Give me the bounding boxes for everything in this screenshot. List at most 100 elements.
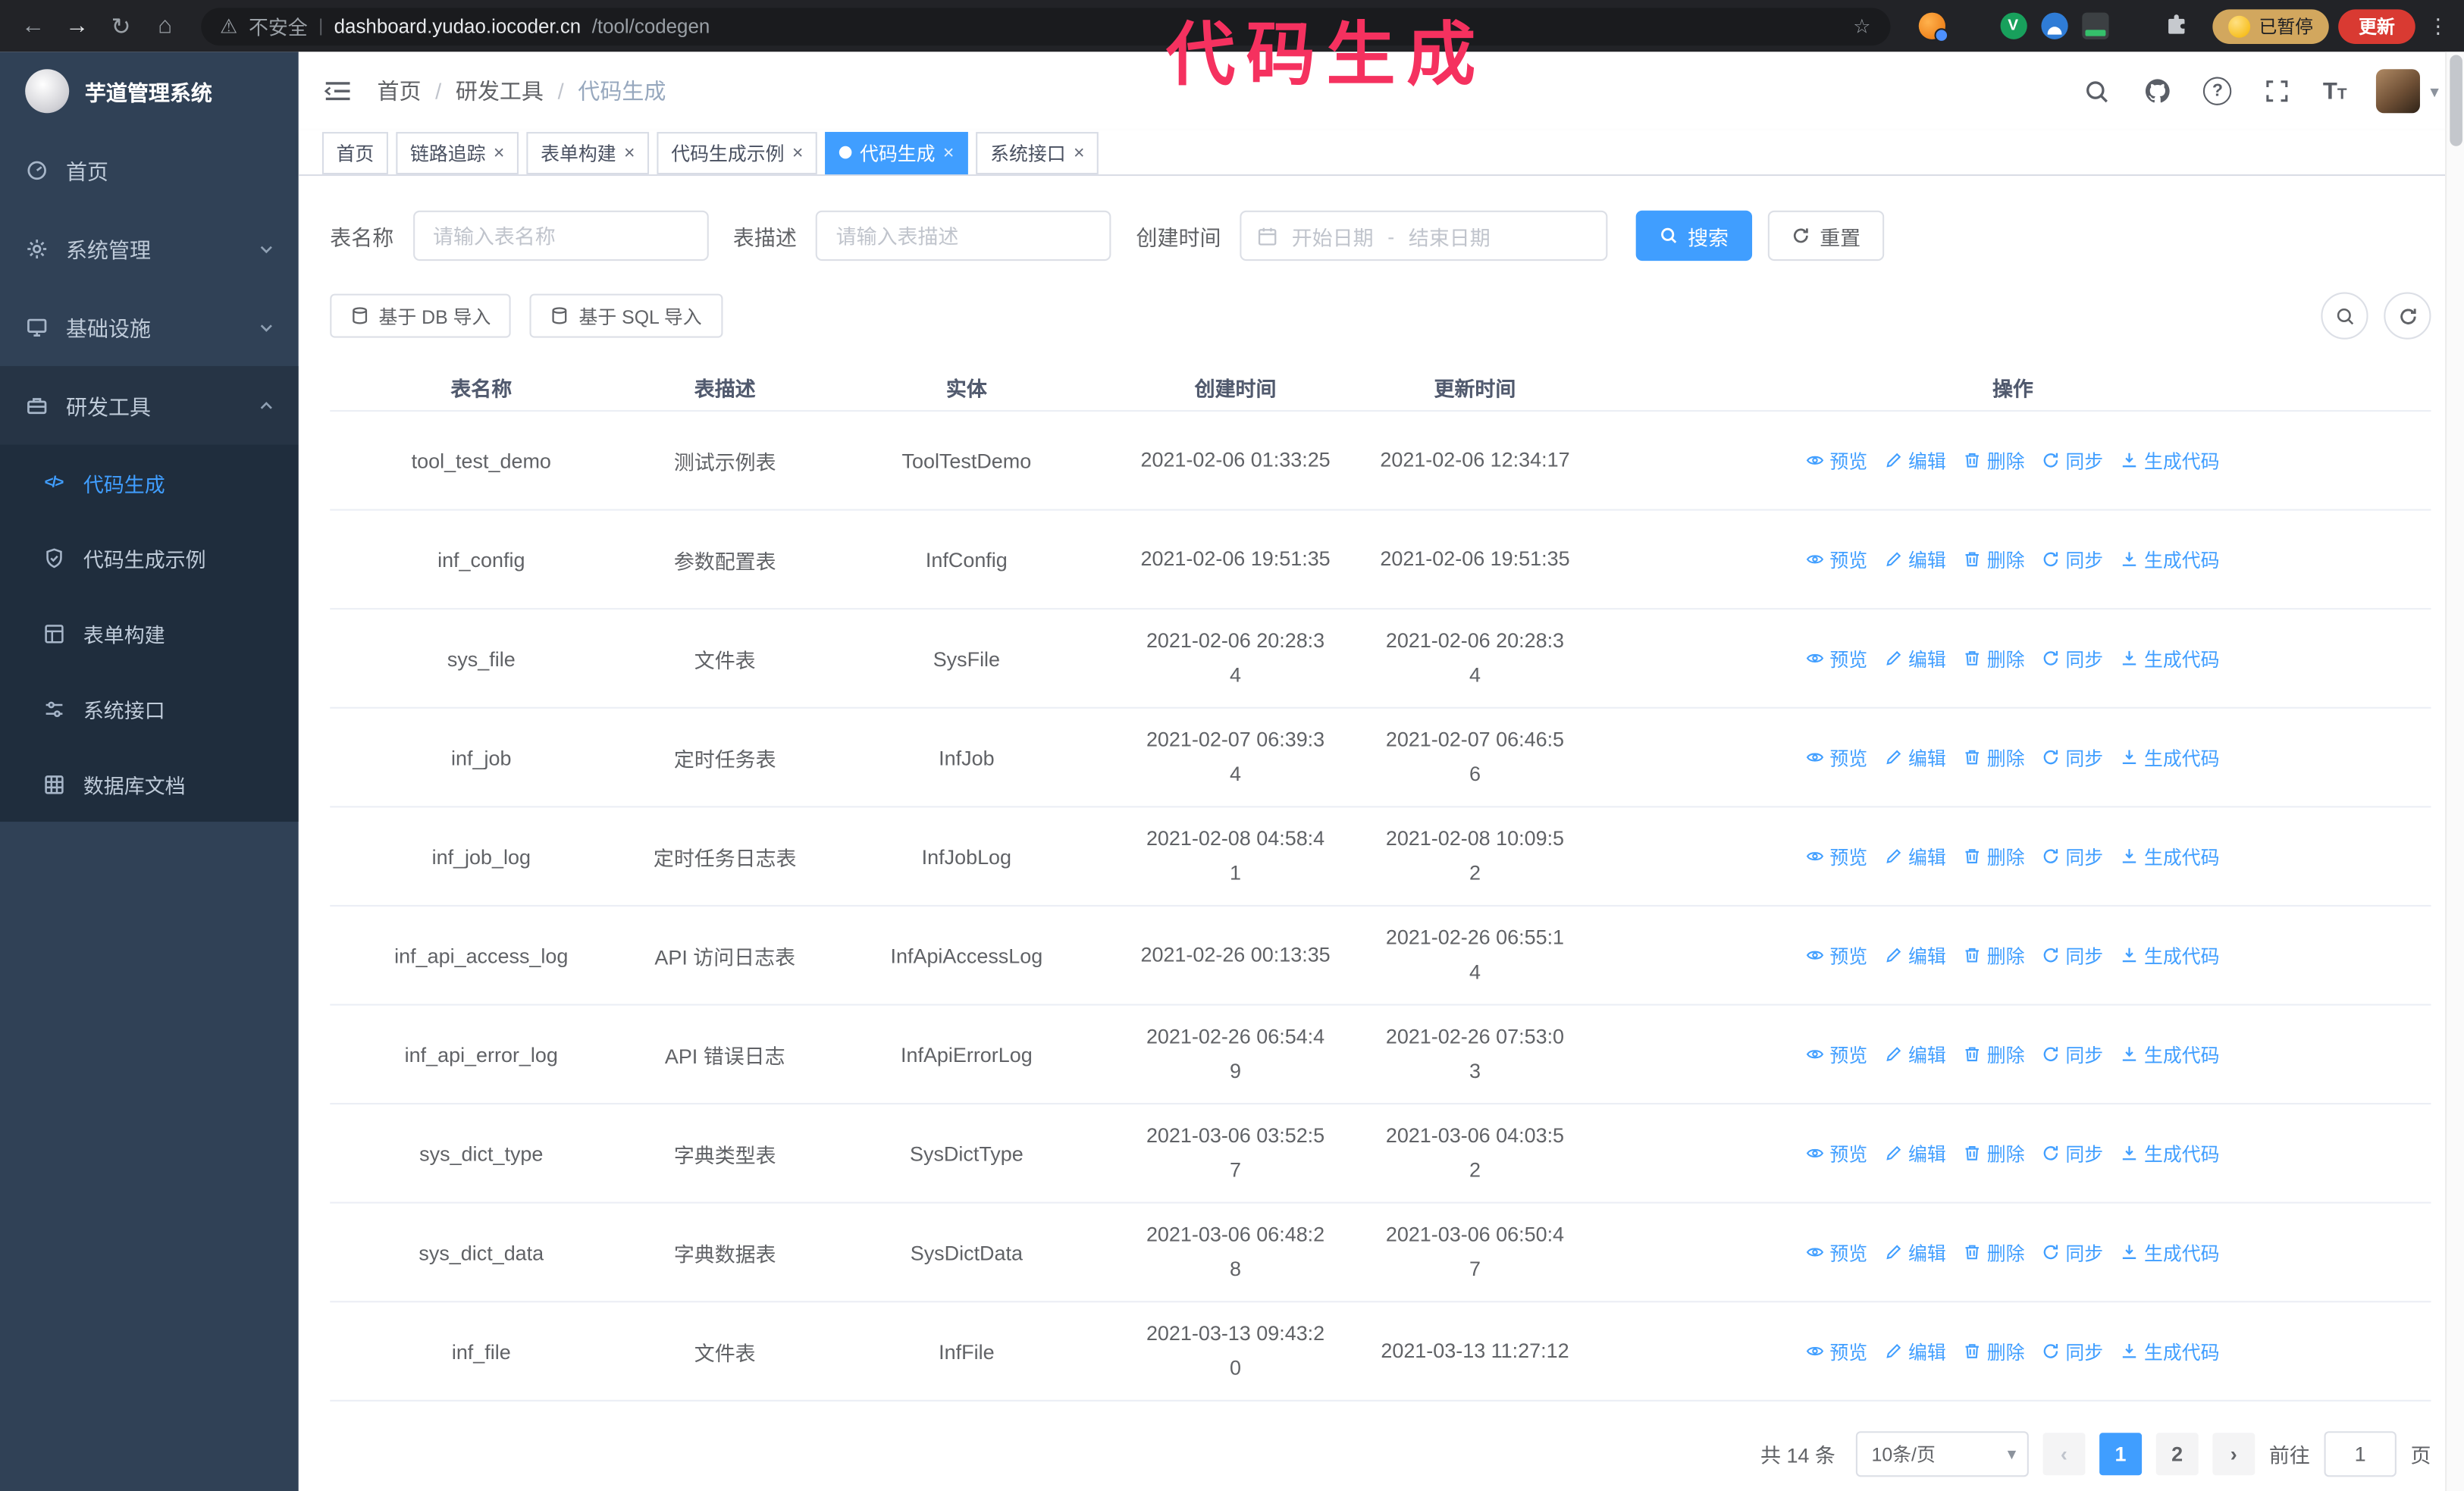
sync-link[interactable]: 同步 [2042, 1338, 2103, 1364]
import-db-button[interactable]: 基于 DB 导入 [330, 293, 512, 338]
sidebar-item-system-api[interactable]: 系统接口 [0, 671, 299, 746]
close-icon[interactable]: × [1074, 143, 1085, 162]
browser-back-icon[interactable]: ← [13, 5, 54, 46]
delete-link[interactable]: 删除 [1964, 1239, 2024, 1265]
sync-link[interactable]: 同步 [2042, 447, 2103, 474]
delete-link[interactable]: 删除 [1964, 546, 2024, 572]
preview-link[interactable]: 预览 [1806, 1239, 1867, 1265]
show-search-button[interactable] [2321, 292, 2368, 340]
sidebar-logo[interactable]: 芋道管理系统 [0, 52, 299, 130]
sync-link[interactable]: 同步 [2042, 942, 2103, 969]
preview-link[interactable]: 预览 [1806, 1140, 1867, 1167]
extension-leaf-icon[interactable] [2122, 13, 2149, 39]
page-button-1[interactable]: 1 [2099, 1433, 2143, 1476]
page-button-2[interactable]: 2 [2155, 1433, 2199, 1476]
edit-link[interactable]: 编辑 [1885, 942, 1946, 969]
preview-link[interactable]: 预览 [1806, 1041, 1867, 1067]
sidebar-item-form-builder[interactable]: 表单构建 [0, 596, 299, 671]
search-button[interactable]: 搜索 [1635, 210, 1753, 262]
tab-codegen-example[interactable]: 代码生成示例 × [657, 131, 818, 174]
delete-link[interactable]: 删除 [1964, 1041, 2024, 1067]
extension-people-icon[interactable] [2040, 12, 2067, 39]
extension-orange-icon[interactable] [1917, 12, 1948, 42]
profile-paused-chip[interactable]: 已暂停 [2212, 8, 2329, 43]
delete-link[interactable]: 删除 [1964, 942, 2024, 969]
preview-link[interactable]: 预览 [1806, 447, 1867, 474]
tab-tracing[interactable]: 链路追踪 × [396, 131, 519, 174]
browser-forward-icon[interactable]: → [57, 5, 98, 46]
extension-screenshot-icon[interactable] [2081, 12, 2108, 39]
tab-codegen[interactable]: 代码生成 × [825, 131, 969, 174]
bookmark-star-icon[interactable]: ☆ [1853, 14, 1870, 38]
sync-link[interactable]: 同步 [2042, 645, 2103, 672]
close-icon[interactable]: × [792, 143, 804, 162]
prev-page-button[interactable]: ‹ [2042, 1433, 2086, 1476]
extension-v-icon[interactable]: V [1999, 12, 2027, 39]
breadcrumb-devtools[interactable]: 研发工具 [456, 75, 544, 106]
delete-link[interactable]: 删除 [1964, 843, 2024, 869]
preview-link[interactable]: 预览 [1806, 942, 1867, 969]
tab-system-api[interactable]: 系统接口 × [976, 131, 1099, 174]
edit-link[interactable]: 编辑 [1885, 744, 1946, 770]
font-size-icon[interactable]: TT [2323, 78, 2347, 105]
update-button[interactable]: 更新 [2338, 8, 2415, 43]
sidebar-item-codegen-example[interactable]: 代码生成示例 [0, 520, 299, 595]
date-range-picker[interactable]: 开始日期 - 结束日期 [1240, 210, 1608, 262]
sync-link[interactable]: 同步 [2042, 1239, 2103, 1265]
scrollbar-thumb[interactable] [2450, 55, 2462, 146]
goto-page-input[interactable] [2324, 1431, 2397, 1477]
sidebar-item-db-doc[interactable]: 数据库文档 [0, 747, 299, 822]
generate-code-link[interactable]: 生成代码 [2121, 1338, 2220, 1364]
edit-link[interactable]: 编辑 [1885, 447, 1946, 474]
sidebar-item-home[interactable]: 首页 [0, 130, 299, 209]
preview-link[interactable]: 预览 [1806, 744, 1867, 770]
sidebar-item-system[interactable]: 系统管理 [0, 209, 299, 288]
generate-code-link[interactable]: 生成代码 [2121, 942, 2220, 969]
generate-code-link[interactable]: 生成代码 [2121, 447, 2220, 474]
preview-link[interactable]: 预览 [1806, 1338, 1867, 1364]
delete-link[interactable]: 删除 [1964, 1338, 2024, 1364]
scrollbar[interactable] [2445, 52, 2464, 1491]
sync-link[interactable]: 同步 [2042, 744, 2103, 770]
edit-link[interactable]: 编辑 [1885, 546, 1946, 572]
sidebar-item-devtools[interactable]: 研发工具 [0, 365, 299, 445]
close-icon[interactable]: × [943, 143, 955, 162]
search-icon[interactable] [2081, 75, 2112, 106]
edit-link[interactable]: 编辑 [1885, 843, 1946, 869]
hamburger-icon[interactable] [324, 79, 352, 104]
edit-link[interactable]: 编辑 [1885, 645, 1946, 672]
table-name-input[interactable] [412, 210, 708, 262]
edit-link[interactable]: 编辑 [1885, 1338, 1946, 1364]
extensions-puzzle-icon[interactable] [2163, 13, 2190, 39]
browser-menu-icon[interactable]: ⋮ [2428, 14, 2448, 39]
edit-link[interactable]: 编辑 [1885, 1041, 1946, 1067]
generate-code-link[interactable]: 生成代码 [2121, 843, 2220, 869]
preview-link[interactable]: 预览 [1806, 546, 1867, 572]
github-icon[interactable] [2142, 75, 2173, 106]
sync-link[interactable]: 同步 [2042, 1140, 2103, 1167]
refresh-table-button[interactable] [2384, 292, 2431, 340]
sync-link[interactable]: 同步 [2042, 843, 2103, 869]
sidebar-item-infra[interactable]: 基础设施 [0, 287, 299, 366]
close-icon[interactable]: × [494, 143, 505, 162]
tab-home[interactable]: 首页 [321, 131, 388, 174]
delete-link[interactable]: 删除 [1964, 645, 2024, 672]
insecure-label[interactable]: 不安全 [249, 11, 308, 41]
next-page-button[interactable]: › [2212, 1433, 2256, 1476]
breadcrumb-home[interactable]: 首页 [377, 75, 421, 106]
browser-home-icon[interactable]: ⌂ [145, 5, 186, 46]
delete-link[interactable]: 删除 [1964, 1140, 2024, 1167]
preview-link[interactable]: 预览 [1806, 645, 1867, 672]
delete-link[interactable]: 删除 [1964, 744, 2024, 770]
user-menu[interactable]: ▾ [2376, 69, 2439, 114]
preview-link[interactable]: 预览 [1806, 843, 1867, 869]
generate-code-link[interactable]: 生成代码 [2121, 1140, 2220, 1167]
tab-form-builder[interactable]: 表单构建 × [526, 131, 650, 174]
help-icon[interactable]: ? [2203, 77, 2232, 105]
url-bar[interactable]: ⚠ 不安全 | dashboard.yudao.iocoder.cn/tool/… [201, 7, 1890, 45]
edit-link[interactable]: 编辑 [1885, 1140, 1946, 1167]
generate-code-link[interactable]: 生成代码 [2121, 744, 2220, 770]
sync-link[interactable]: 同步 [2042, 546, 2103, 572]
sync-link[interactable]: 同步 [2042, 1041, 2103, 1067]
edit-link[interactable]: 编辑 [1885, 1239, 1946, 1265]
